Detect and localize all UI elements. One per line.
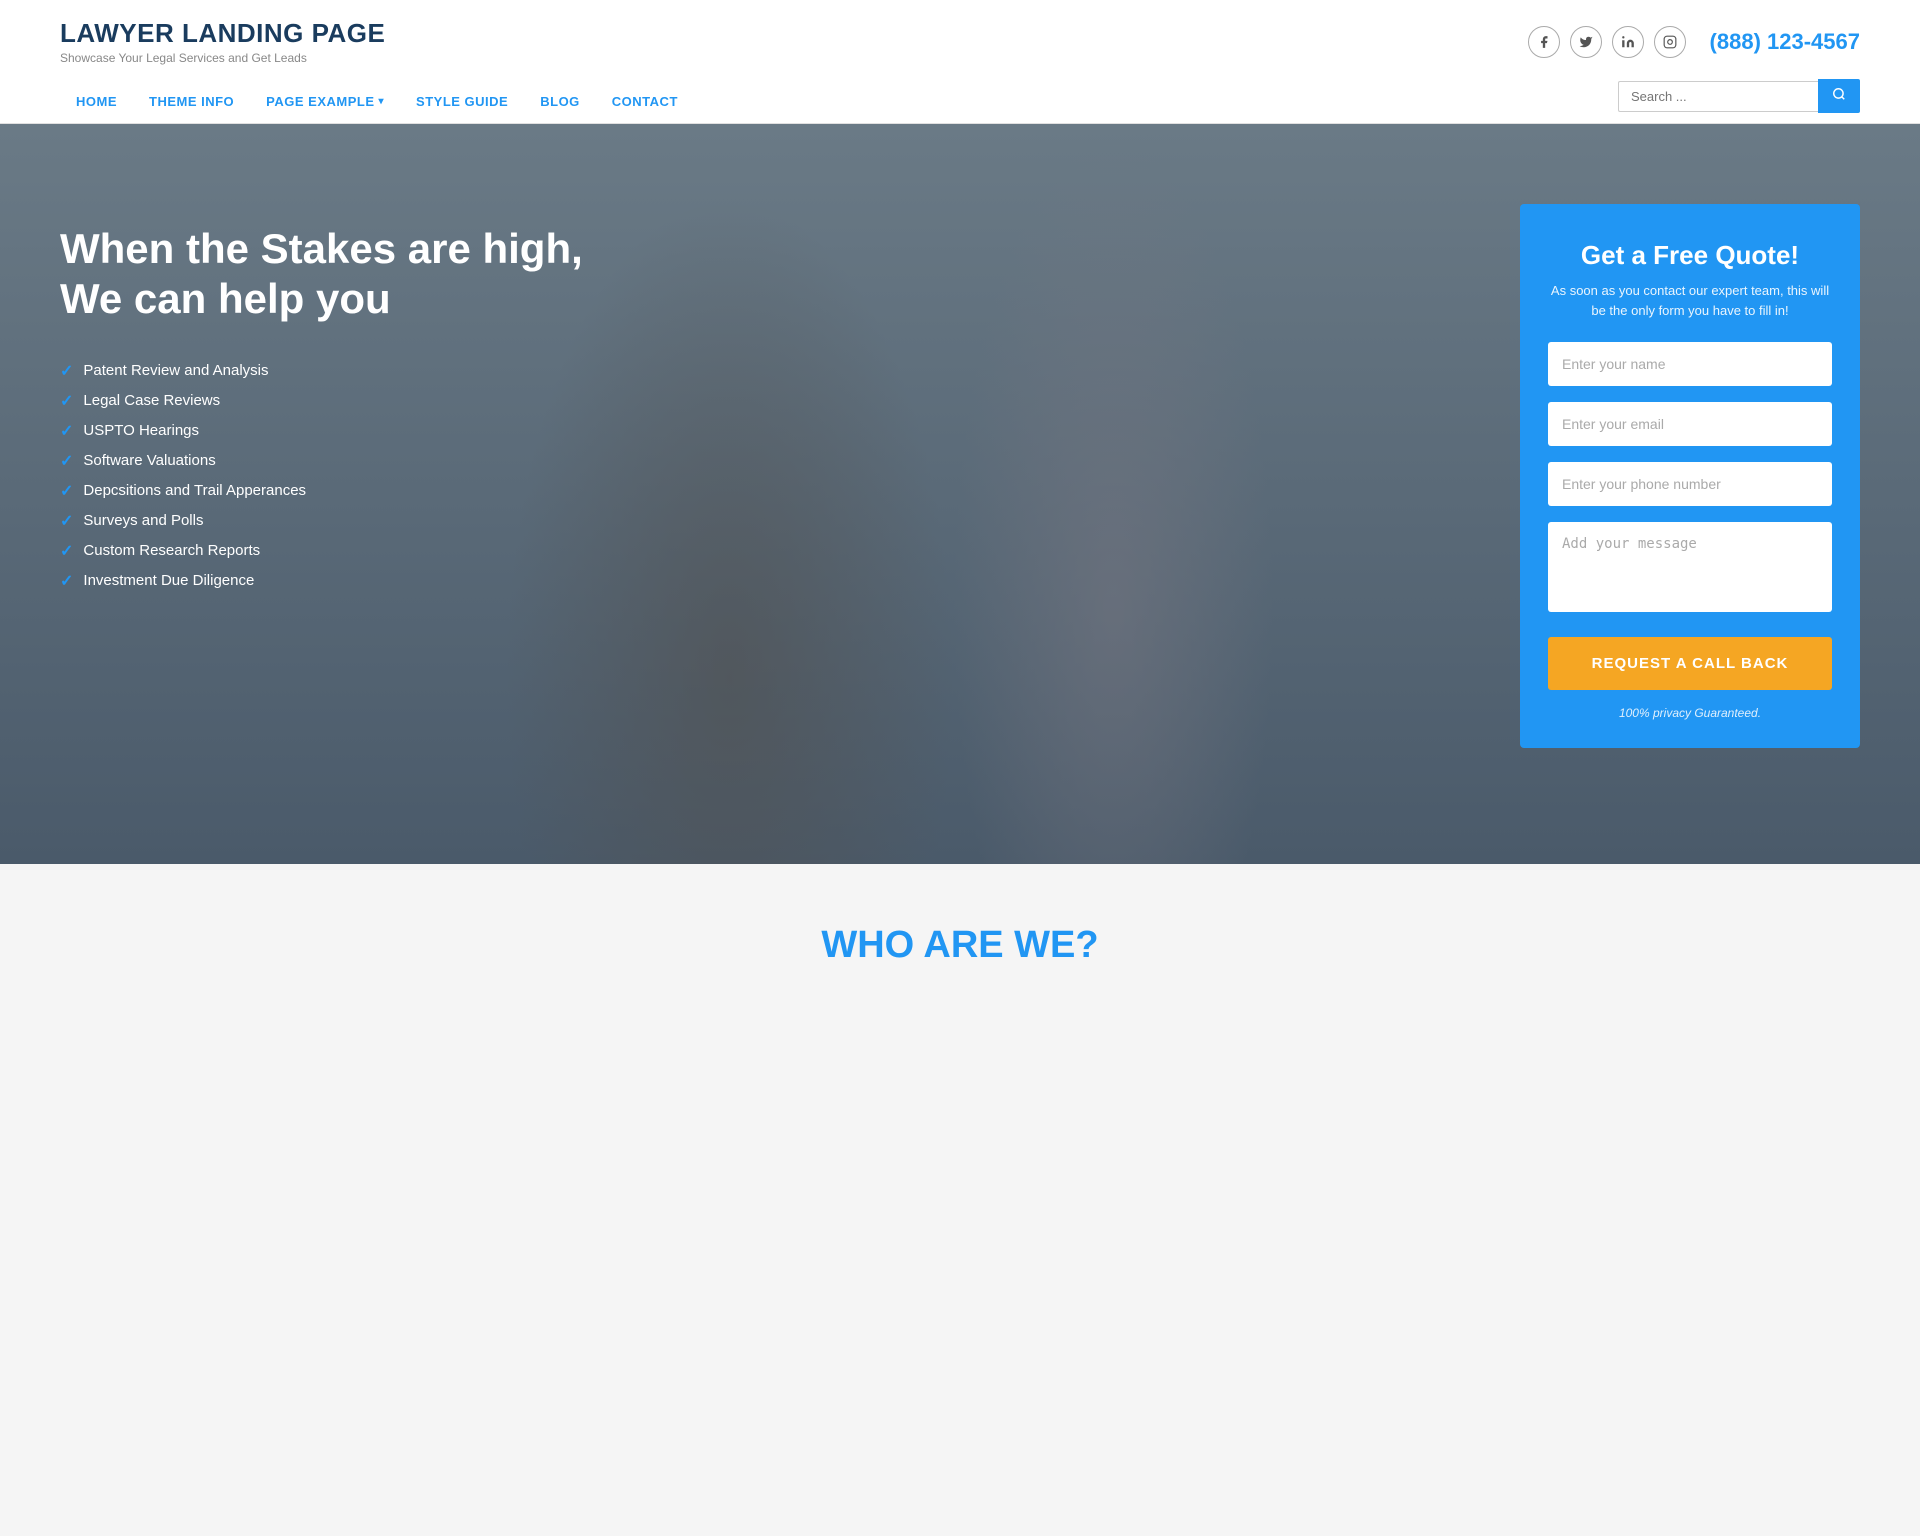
nav-theme-info[interactable]: THEME INFO xyxy=(133,80,250,123)
nav-page-example[interactable]: PAGE EXAMPLE ▾ xyxy=(250,80,400,123)
list-item: ✓Depcsitions and Trail Apperances xyxy=(60,481,1480,501)
dropdown-arrow: ▾ xyxy=(379,96,385,107)
check-icon: ✓ xyxy=(60,391,73,411)
nav-links: HOME THEME INFO PAGE EXAMPLE ▾ STYLE GUI… xyxy=(60,80,694,123)
logo-area: LAWYER LANDING PAGE Showcase Your Legal … xyxy=(60,18,385,65)
logo-title: LAWYER LANDING PAGE xyxy=(60,18,385,49)
nav-blog[interactable]: BLOG xyxy=(524,80,596,123)
nav-contact[interactable]: CONTACT xyxy=(596,80,694,123)
quote-form-title: Get a Free Quote! xyxy=(1548,240,1832,271)
check-icon: ✓ xyxy=(60,481,73,501)
header: LAWYER LANDING PAGE Showcase Your Legal … xyxy=(0,0,1920,124)
name-input[interactable] xyxy=(1548,342,1832,386)
hero-checklist: ✓Patent Review and Analysis ✓Legal Case … xyxy=(60,361,1480,591)
check-icon: ✓ xyxy=(60,511,73,531)
quote-form-subtitle: As soon as you contact our expert team, … xyxy=(1548,281,1832,320)
instagram-icon[interactable] xyxy=(1654,26,1686,58)
hero-headline: When the Stakes are high, We can help yo… xyxy=(60,224,1480,325)
hero-left: When the Stakes are high, We can help yo… xyxy=(60,204,1480,591)
check-icon: ✓ xyxy=(60,421,73,441)
twitter-icon[interactable] xyxy=(1570,26,1602,58)
logo-subtitle: Showcase Your Legal Services and Get Lea… xyxy=(60,51,385,65)
who-are-we-heading: WHO ARE WE? xyxy=(60,924,1860,967)
message-textarea[interactable] xyxy=(1548,522,1832,612)
header-top: LAWYER LANDING PAGE Showcase Your Legal … xyxy=(60,18,1860,79)
hero-section: When the Stakes are high, We can help yo… xyxy=(0,124,1920,864)
name-field-wrapper xyxy=(1548,342,1832,386)
search-input[interactable] xyxy=(1618,81,1818,112)
check-icon: ✓ xyxy=(60,541,73,561)
email-field-wrapper xyxy=(1548,402,1832,446)
below-hero-section: WHO ARE WE? xyxy=(0,864,1920,987)
social-icons xyxy=(1528,26,1686,58)
list-item: ✓USPTO Hearings xyxy=(60,421,1480,441)
hero-content: When the Stakes are high, We can help yo… xyxy=(0,124,1920,864)
list-item: ✓Investment Due Diligence xyxy=(60,571,1480,591)
main-nav: HOME THEME INFO PAGE EXAMPLE ▾ STYLE GUI… xyxy=(60,79,1860,123)
nav-search xyxy=(1618,79,1860,113)
list-item: ✓Patent Review and Analysis xyxy=(60,361,1480,381)
message-field-wrapper xyxy=(1548,522,1832,617)
nav-style-guide[interactable]: STYLE GUIDE xyxy=(400,80,524,123)
list-item: ✓Custom Research Reports xyxy=(60,541,1480,561)
phone-number: (888) 123-4567 xyxy=(1710,29,1860,55)
facebook-icon[interactable] xyxy=(1528,26,1560,58)
linkedin-icon[interactable] xyxy=(1612,26,1644,58)
check-icon: ✓ xyxy=(60,571,73,591)
check-icon: ✓ xyxy=(60,361,73,381)
check-icon: ✓ xyxy=(60,451,73,471)
header-right: (888) 123-4567 xyxy=(1528,26,1860,58)
list-item: ✓Surveys and Polls xyxy=(60,511,1480,531)
phone-field-wrapper xyxy=(1548,462,1832,506)
phone-input[interactable] xyxy=(1548,462,1832,506)
submit-button[interactable]: REQUEST A CALL BACK xyxy=(1548,637,1832,690)
search-button[interactable] xyxy=(1818,79,1860,113)
list-item: ✓Legal Case Reviews xyxy=(60,391,1480,411)
quote-form-container: Get a Free Quote! As soon as you contact… xyxy=(1520,204,1860,748)
list-item: ✓Software Valuations xyxy=(60,451,1480,471)
privacy-note: 100% privacy Guaranteed. xyxy=(1548,706,1832,720)
nav-home[interactable]: HOME xyxy=(60,80,133,123)
email-input[interactable] xyxy=(1548,402,1832,446)
